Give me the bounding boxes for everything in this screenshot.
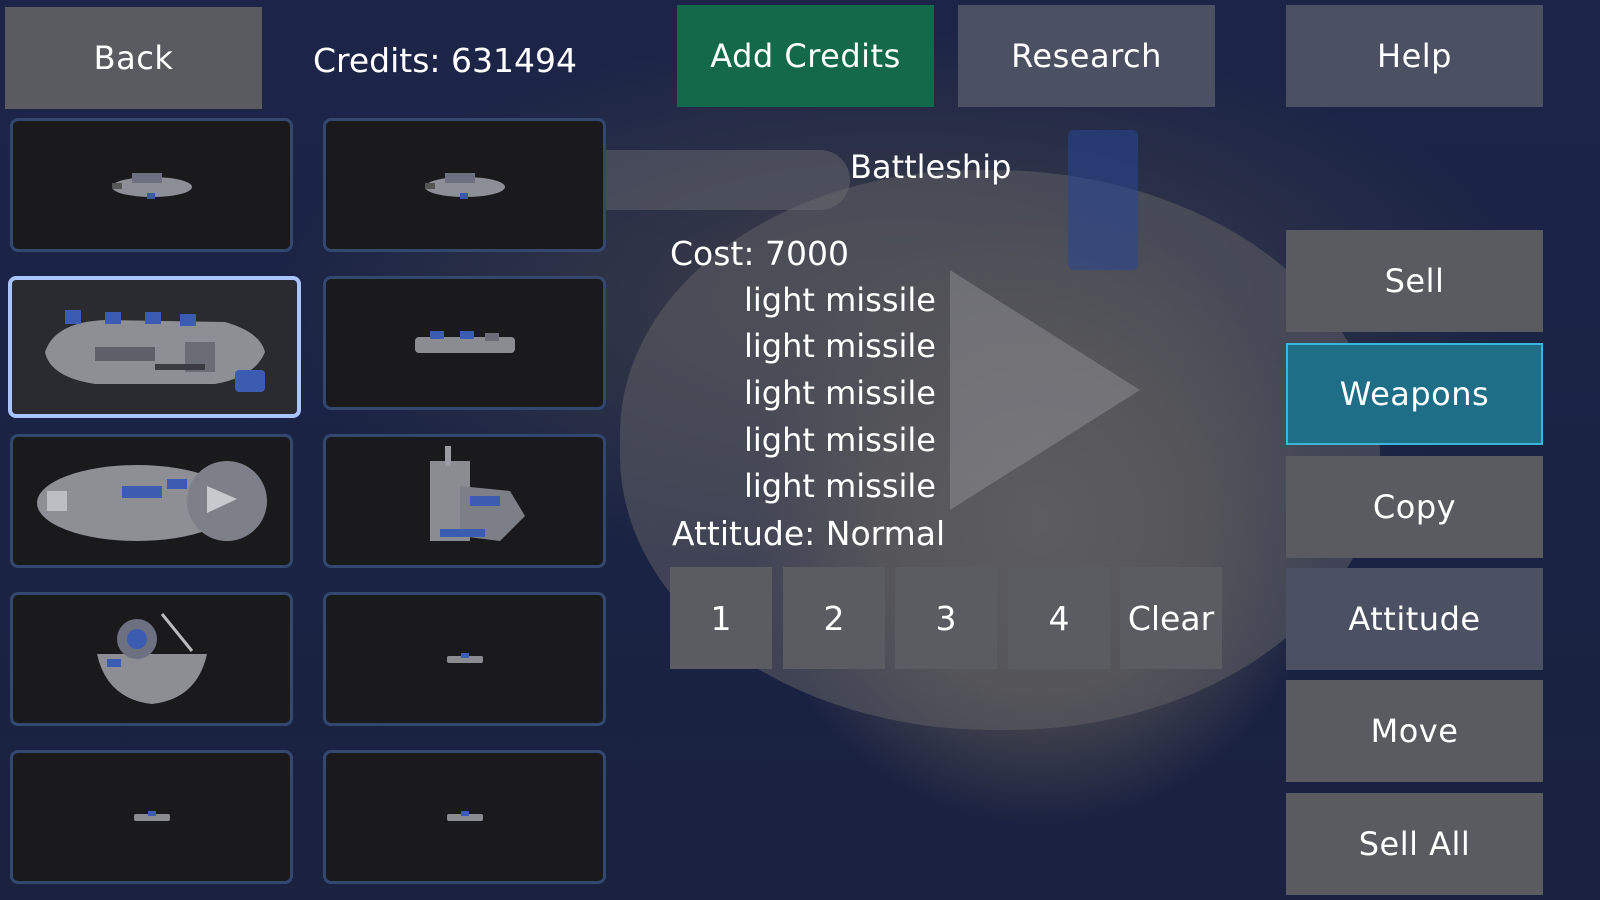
attitude-button[interactable]: Attitude (1286, 568, 1543, 670)
fighter-icon (133, 811, 170, 821)
ship-tile[interactable] (323, 276, 606, 410)
fighter-icon (446, 653, 483, 663)
ship-tile[interactable] (10, 750, 293, 884)
credits-display: Credits: 631494 (312, 40, 578, 80)
ship-attitude: Attitude: Normal (672, 514, 946, 553)
frigate-icon (429, 446, 525, 541)
group-4-button[interactable]: 4 (1008, 567, 1110, 669)
weapon-slot: light missile (744, 421, 936, 459)
group-3-button[interactable]: 3 (895, 567, 997, 669)
ship-tile[interactable] (10, 592, 293, 726)
back-button[interactable]: Back (5, 7, 262, 109)
ship-tile[interactable] (10, 434, 293, 568)
research-button[interactable]: Research (958, 5, 1215, 107)
ship-tile[interactable] (323, 750, 606, 884)
group-1-button[interactable]: 1 (670, 567, 772, 669)
weapon-slot: light missile (744, 281, 936, 319)
ship-tile[interactable] (323, 118, 606, 252)
sell-all-button[interactable]: Sell All (1286, 793, 1543, 895)
ship-tile[interactable] (10, 118, 293, 252)
weapon-slot: light missile (744, 467, 936, 505)
weapon-slot: light missile (744, 374, 936, 412)
carrier-icon (36, 461, 267, 541)
clear-group-button[interactable]: Clear (1120, 567, 1222, 669)
ship-name: Battleship (850, 148, 1012, 186)
ship-tile[interactable] (323, 592, 606, 726)
cruiser-icon (414, 331, 515, 353)
small-ship-icon (424, 173, 505, 199)
move-button[interactable]: Move (1286, 680, 1543, 782)
small-ship-icon (111, 173, 192, 199)
group-2-button[interactable]: 2 (783, 567, 885, 669)
copy-button[interactable]: Copy (1286, 456, 1543, 558)
battleship-icon (44, 310, 265, 392)
dome-ship-icon (96, 613, 207, 704)
ship-tile[interactable] (323, 434, 606, 568)
ship-tile-selected[interactable] (8, 276, 301, 418)
add-credits-button[interactable]: Add Credits (677, 5, 934, 107)
background-ship-silhouette (530, 110, 1380, 810)
sell-button[interactable]: Sell (1286, 230, 1543, 332)
help-button[interactable]: Help (1286, 5, 1543, 107)
weapon-slot: light missile (744, 327, 936, 365)
fighter-icon (446, 811, 483, 821)
weapons-button[interactable]: Weapons (1286, 343, 1543, 445)
ship-cost: Cost: 7000 (670, 234, 849, 273)
